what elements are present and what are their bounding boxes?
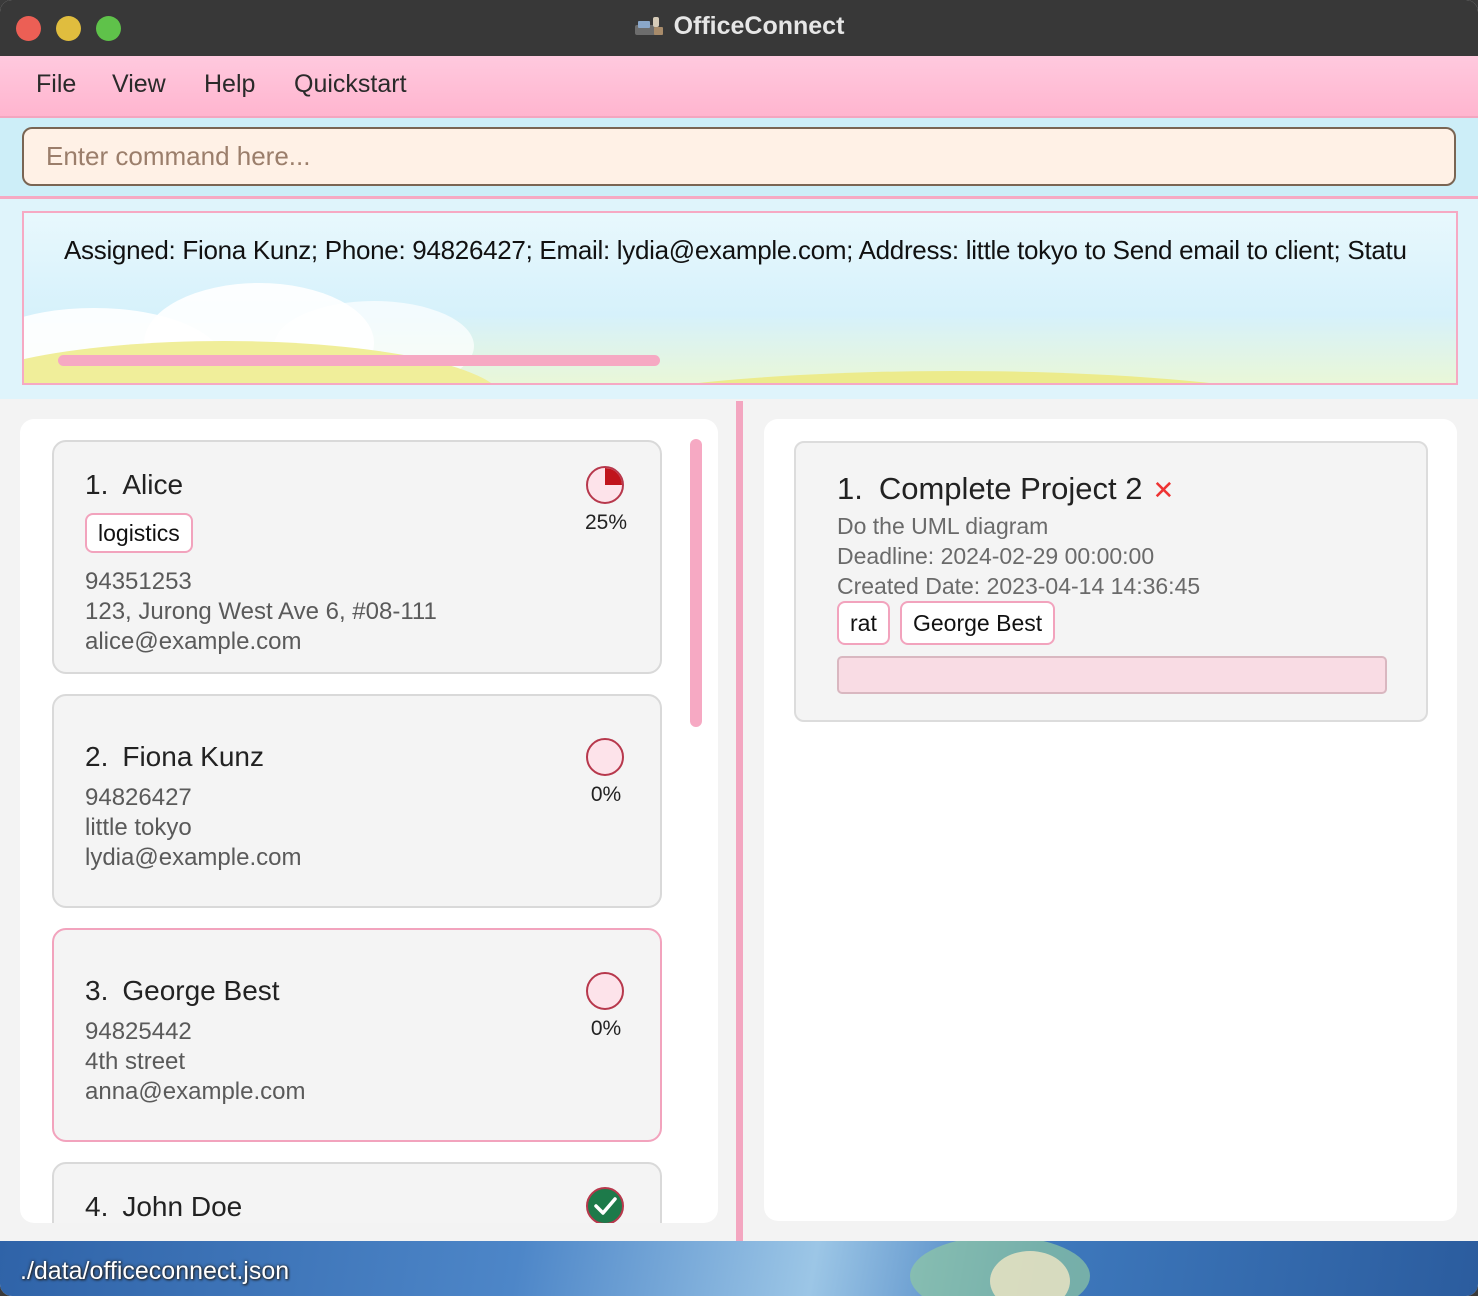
- task-tag: rat: [837, 601, 890, 645]
- cross-icon: ✕: [1152, 475, 1175, 505]
- result-message: Assigned: Fiona Kunz; Phone: 94826427; E…: [64, 235, 1407, 265]
- progress-percent: 0%: [590, 1017, 622, 1040]
- person-address: little tokyo: [85, 814, 192, 841]
- progress-percent: 25%: [584, 511, 628, 534]
- task-index: 1.: [837, 471, 863, 506]
- person-index: 2.: [85, 741, 109, 772]
- window-title: OfficeConnect: [673, 12, 845, 40]
- person-name: 4. John Doe: [85, 1191, 242, 1223]
- command-input[interactable]: [22, 127, 1456, 186]
- person-list-scrollbar[interactable]: [690, 439, 702, 727]
- task-title: 1. Complete Project 2 ✕: [837, 471, 1174, 507]
- progress-pie-icon: [586, 466, 624, 504]
- title-bar: OfficeConnect: [0, 0, 1478, 56]
- menu-help[interactable]: Help: [204, 70, 255, 99]
- check-circle-icon: [586, 1187, 624, 1223]
- person-name-text: Alice: [122, 469, 184, 500]
- task-description: Do the UML diagram: [837, 513, 1049, 539]
- menu-quickstart[interactable]: Quickstart: [294, 70, 407, 99]
- person-index: 1.: [85, 469, 109, 500]
- person-phone: 94826427: [85, 784, 192, 811]
- menu-bar: File View Help Quickstart: [0, 56, 1478, 118]
- task-assignee-tag: George Best: [900, 601, 1056, 645]
- menu-file[interactable]: File: [36, 70, 76, 99]
- status-file-path: ./data/officeconnect.json: [20, 1257, 290, 1285]
- app-logo-icon: [634, 17, 663, 35]
- person-index: 3.: [85, 975, 109, 1006]
- person-index: 4.: [85, 1191, 109, 1222]
- status-bar-decoration: [910, 1241, 1090, 1296]
- person-name: 2. Fiona Kunz: [85, 741, 264, 773]
- task-list-panel: 1. Complete Project 2 ✕ Do the UML diagram…: [764, 419, 1457, 1221]
- person-card-selected[interactable]: 3. George Best 94825442 4th street anna@e…: [52, 928, 662, 1142]
- person-card[interactable]: 4. John Doe: [52, 1162, 662, 1223]
- person-name-text: Fiona Kunz: [122, 741, 264, 772]
- person-email: anna@example.com: [85, 1078, 306, 1105]
- progress-pie-icon: [586, 972, 624, 1010]
- person-address: 123, Jurong West Ave 6, #08-111: [85, 598, 437, 625]
- task-created-date: Created Date: 2023-04-14 14:36:45: [837, 573, 1201, 599]
- person-email: alice@example.com: [85, 628, 302, 655]
- person-tag: logistics: [85, 513, 193, 553]
- app-window: OfficeConnect File View Help Quickstart …: [0, 0, 1478, 1296]
- person-name-text: John Doe: [122, 1191, 243, 1222]
- main-content: 1. Alice logistics 94351253 123, Jurong W…: [0, 399, 1478, 1241]
- person-name: 3. George Best: [85, 975, 280, 1007]
- task-card[interactable]: 1. Complete Project 2 ✕ Do the UML diagram…: [794, 441, 1428, 722]
- person-name: 1. Alice: [85, 469, 183, 501]
- person-list-panel: 1. Alice logistics 94351253 123, Jurong W…: [20, 419, 718, 1223]
- pane-divider[interactable]: [736, 401, 743, 1241]
- window-title-wrap: OfficeConnect: [0, 12, 1478, 41]
- result-display: Assigned: Fiona Kunz; Phone: 94826427; E…: [22, 211, 1458, 385]
- menu-view[interactable]: View: [112, 70, 166, 99]
- status-bar: ./data/officeconnect.json: [0, 1241, 1478, 1296]
- person-email: lydia@example.com: [85, 844, 302, 871]
- person-card[interactable]: 1. Alice logistics 94351253 123, Jurong W…: [52, 440, 662, 674]
- person-phone: 94351253: [85, 568, 192, 595]
- task-progress-bar: [837, 656, 1387, 694]
- command-area: [0, 118, 1478, 199]
- person-phone: 94825442: [85, 1018, 192, 1045]
- task-title-text: Complete Project 2: [878, 471, 1143, 506]
- hill-decoration: [544, 371, 1364, 383]
- person-address: 4th street: [85, 1048, 186, 1075]
- progress-pie-icon: [586, 738, 624, 776]
- result-area: Assigned: Fiona Kunz; Phone: 94826427; E…: [0, 199, 1478, 399]
- progress-percent: 0%: [590, 783, 622, 806]
- result-horizontal-scrollbar[interactable]: [58, 355, 660, 366]
- task-deadline: Deadline: 2024-02-29 00:00:00: [837, 543, 1155, 569]
- person-name-text: George Best: [122, 975, 280, 1006]
- person-card[interactable]: 2. Fiona Kunz 94826427 little tokyo lydia…: [52, 694, 662, 908]
